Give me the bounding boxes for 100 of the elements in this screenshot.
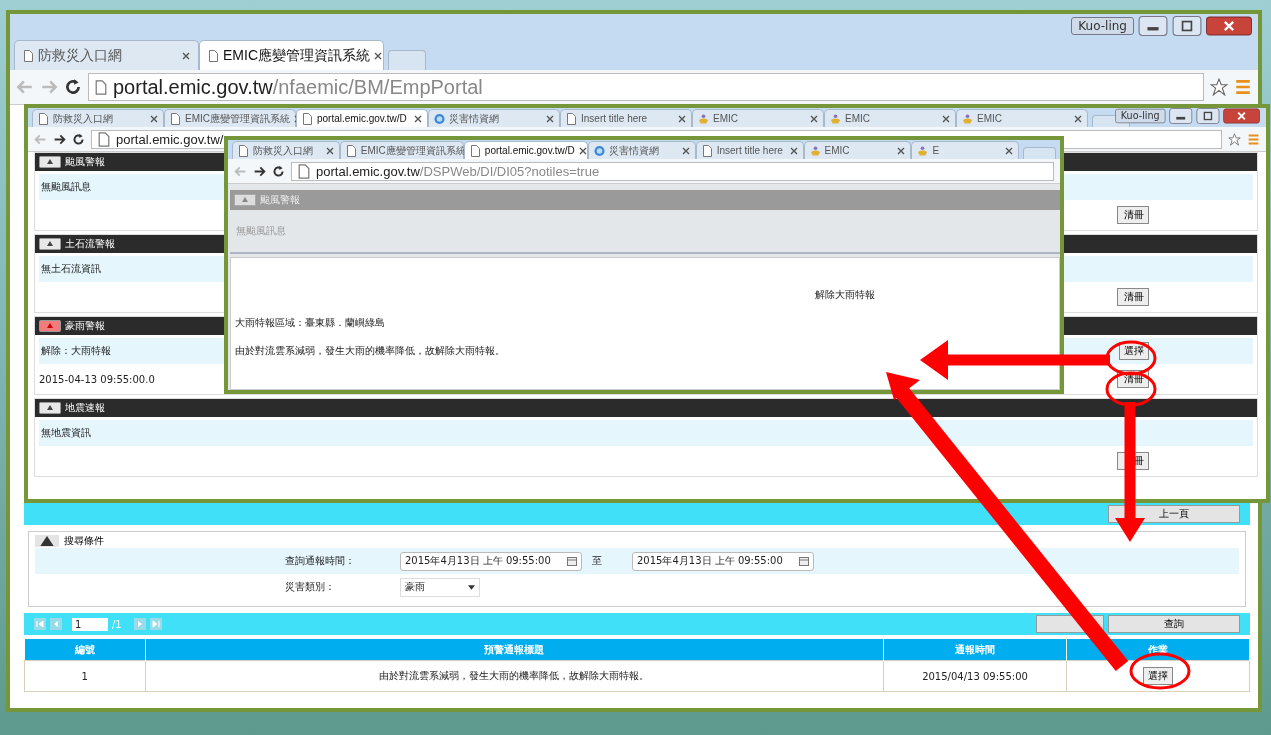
browser-tab[interactable]: portal.emic.gov.tw/D [463,141,588,159]
search-button[interactable]: 查詢 [1108,615,1240,633]
calendar-icon[interactable] [799,556,809,566]
page-icon [208,49,219,62]
minimize-button[interactable] [1168,108,1193,124]
close-icon[interactable] [681,146,690,155]
select-button[interactable]: 選擇 [1143,667,1173,685]
browser-tab[interactable]: 防救災入口網 [232,141,340,159]
collapse-button[interactable] [39,156,61,168]
section-title: 土石流警報 [65,237,115,251]
star-icon[interactable] [1228,132,1241,146]
close-icon[interactable] [897,146,906,155]
alert-message: 解除：大雨特報 [40,344,111,358]
browser-tab[interactable]: 防救災入口網 [14,40,199,70]
close-icon[interactable] [810,114,818,123]
page-icon [302,112,313,125]
page-icon [345,144,357,157]
close-icon[interactable] [1074,114,1082,123]
alert-message: 無地震資訊 [40,426,91,440]
reload-icon[interactable] [72,132,85,146]
globe-icon [593,144,605,157]
column-header: 編號 [24,639,145,661]
browser-tab[interactable]: E [911,141,1020,159]
browser-tab[interactable]: EMIC [692,109,824,127]
figure-icon [698,112,709,125]
section-title: 豪雨警報 [65,319,105,333]
figure-icon [962,112,973,125]
highlight-circle [1105,371,1157,407]
close-icon[interactable] [150,114,158,123]
close-icon[interactable] [678,114,686,123]
maximize-button[interactable] [1196,108,1220,124]
list-button[interactable]: 清冊 [1117,206,1149,224]
close-icon[interactable] [182,51,190,60]
type-dropdown[interactable]: 豪雨 [400,577,480,597]
close-icon[interactable] [1005,146,1014,155]
detail-title: 解除大雨特報 [815,288,875,302]
page-icon [701,144,713,157]
page-icon [38,112,49,125]
close-button[interactable] [1206,16,1252,36]
browser-tab[interactable]: EMIC [803,141,912,159]
close-icon[interactable] [578,146,587,155]
minimize-button[interactable] [1138,16,1168,36]
range-separator: 至 [592,554,602,568]
close-icon[interactable] [789,146,798,155]
alert-message: 無颱風訊息 [40,180,91,194]
collapse-button[interactable]: 搜尋條件 [35,534,104,548]
column-header: 預警通報標題 [145,639,884,661]
browser-tab[interactable]: 災害情資網 [428,109,560,127]
section-title: 地震速報 [65,401,105,415]
calendar-icon[interactable] [567,556,577,566]
page-icon [566,112,577,125]
globe-icon [434,112,445,125]
close-icon[interactable] [325,146,334,155]
browser-tab[interactable]: Insert title here [560,109,692,127]
browser-tab[interactable]: EMIC應變管理資訊系統 [199,40,384,70]
browser-tab[interactable]: 防救災入口網 [32,109,164,127]
reload-icon[interactable] [64,78,82,96]
browser-tab[interactable]: Insert title here [695,141,804,159]
close-button[interactable] [1223,108,1260,124]
alert-description: 由於對流雲系減弱，發生大雨的機率降低，故解除大雨特報。 [235,344,506,358]
alert-area: 大雨特報區域：臺東縣．蘭嶼綠島 [235,316,1055,330]
url-text: portal.emic.gov.tw/ [116,131,224,147]
browser-tab[interactable]: portal.emic.gov.tw/D [296,109,428,127]
close-icon[interactable] [942,114,950,123]
alert-message: 無土石流資訊 [40,262,101,276]
star-icon[interactable] [1210,78,1228,96]
highlight-circle [1105,340,1157,376]
page-total: /1 [112,618,122,630]
column-header: 通報時間 [883,639,1067,661]
collapse-button[interactable] [39,402,61,414]
forward-icon[interactable] [53,132,66,146]
figure-icon [830,112,841,125]
url-text: portal.emic.gov.tw/nfaemic/BM/EmpPortal [113,75,483,99]
reload-icon[interactable] [272,164,285,178]
browser-tab[interactable]: 災害情資網 [587,141,696,159]
back-page-button[interactable]: 上一頁 [1108,505,1240,523]
page-input[interactable]: 1 [72,617,108,631]
list-button[interactable]: 清冊 [1117,288,1149,306]
forward-icon[interactable] [253,164,266,178]
page-icon [95,79,107,95]
user-badge[interactable]: Kuo-ling [1115,108,1166,124]
date-field[interactable]: 2015年4月13日 上午 09:55:00 [400,551,582,571]
address-field[interactable]: portal.emic.gov.tw/nfaemic/BM/EmpPortal [88,73,1204,101]
close-icon[interactable] [546,114,554,123]
maximize-button[interactable] [1172,16,1202,36]
browser-tab[interactable]: EMIC [824,109,956,127]
figure-icon [809,144,821,157]
page-icon [23,49,34,62]
user-badge[interactable]: Kuo-ling [1071,17,1134,35]
address-field[interactable]: portal.emic.gov.tw/DSPWeb/DI/DI05?notiles=true [291,161,1054,181]
page-icon [469,144,481,157]
page-icon [238,144,249,157]
date-field[interactable]: 2015年4月13日 上午 09:55:00 [632,551,814,571]
browser-tab[interactable]: EMIC應變管理資訊系統 [164,109,296,127]
figure-icon [917,144,929,157]
close-icon[interactable] [414,114,422,123]
close-icon[interactable] [374,51,382,60]
table-cell: 2015/04/13 09:55:00 [883,660,1067,692]
collapse-button[interactable] [39,238,61,250]
browser-tab[interactable]: EMIC [956,109,1088,127]
